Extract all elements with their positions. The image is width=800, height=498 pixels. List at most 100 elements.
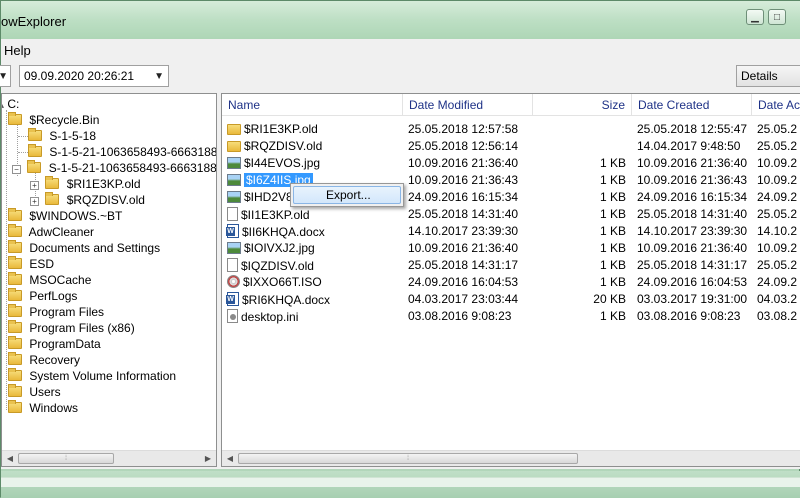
cell-created: 03.03.2017 19:31:00 xyxy=(637,292,748,306)
table-row[interactable]: $II1E3KP.old 25.05.2018 14:31:40 1 KB 25.05… xyxy=(222,206,800,223)
cell-accessed: 03.08.2 xyxy=(757,309,798,323)
folder-icon xyxy=(227,141,241,152)
table-row[interactable]: $IOIVXJ2.jpg 10.09.2016 21:36:40 1 KB 10.09… xyxy=(222,240,800,257)
tree-item-windows[interactable]: Windows xyxy=(8,400,78,416)
folder-icon xyxy=(8,208,22,221)
cell-modified: 25.05.2018 14:31:40 xyxy=(408,207,519,221)
toolbar: ▼ 09.09.2020 20:26:21 ▼ Details xyxy=(0,61,800,91)
tree-item-recycle-bin[interactable]: $Recycle.Bin xyxy=(8,112,99,128)
file-name: $IQZDISV.old xyxy=(241,259,314,273)
expand-icon[interactable]: + xyxy=(30,181,39,190)
tree-item-users[interactable]: Users xyxy=(8,384,61,400)
menu-help[interactable]: Help xyxy=(4,43,31,58)
table-row[interactable]: $IXXO66T.ISO 24.09.2016 16:04:53 1 KB 24.09… xyxy=(222,274,800,291)
tree-item-ri1e3kp[interactable]: + $RI1E3KP.old xyxy=(30,176,141,192)
expander-open-icon: ▴ xyxy=(2,97,4,111)
tree-item-sid-2[interactable]: − S-1-5-21-1063658493-666318872-7 xyxy=(12,160,216,176)
tree-item-msocache[interactable]: MSOCache xyxy=(8,272,91,288)
tree-item-label: Documents and Settings xyxy=(29,241,161,255)
tree-item-programdata[interactable]: ProgramData xyxy=(8,336,101,352)
tree-item-label: Program Files xyxy=(29,305,105,319)
table-row[interactable]: $RQZDISV.old 25.05.2018 12:56:14 14.04.201… xyxy=(222,138,800,155)
folder-icon xyxy=(28,128,42,141)
cell-name: $RI6KHQA.docx xyxy=(226,292,330,308)
chevron-down-icon: ▼ xyxy=(0,71,8,82)
collapse-icon[interactable]: − xyxy=(12,165,21,174)
cell-size: 1 KB xyxy=(599,207,626,221)
table-row[interactable]: $I44EVOS.jpg 10.09.2016 21:36:40 1 KB 10.09… xyxy=(222,155,800,172)
tree-horizontal-scrollbar[interactable]: ◀ ⦙ ▶ xyxy=(2,450,216,466)
scroll-left-icon[interactable]: ◀ xyxy=(2,451,18,466)
scroll-right-icon[interactable]: ▶ xyxy=(200,451,216,466)
content-panes: ▴ C: $Recycle.Bin S-1-5-18 S-1-5-21-1063… xyxy=(1,91,800,469)
title-bar[interactable]: owExplorer ▁ □ xyxy=(1,1,800,39)
tree-item-rqzdisv[interactable]: + $RQZDISV.old xyxy=(30,192,145,208)
file-name: $RQZDISV.old xyxy=(244,139,323,153)
cell-modified: 03.08.2016 9:08:23 xyxy=(408,309,512,323)
column-header-created[interactable]: Date Created xyxy=(632,94,752,116)
tree-item-program-files-x86[interactable]: Program Files (x86) xyxy=(8,320,135,336)
cell-accessed: 10.09.2 xyxy=(757,173,798,187)
tree-item-label: Program Files (x86) xyxy=(29,321,135,335)
date-combo[interactable]: 09.09.2020 20:26:21 ▼ xyxy=(19,65,169,87)
drive-combo[interactable]: ▼ xyxy=(0,65,11,87)
cell-accessed: 04.03.2 xyxy=(757,292,798,306)
table-row[interactable]: $RI1E3KP.old 25.05.2018 12:57:58 25.05.201… xyxy=(222,121,800,138)
cell-created: 10.09.2016 21:36:43 xyxy=(637,173,748,187)
maximize-icon: □ xyxy=(773,11,781,23)
view-combo[interactable]: Details xyxy=(736,65,800,87)
tree-item-adwcleaner[interactable]: AdwCleaner xyxy=(8,224,94,240)
folder-icon xyxy=(8,320,22,333)
cell-modified: 25.05.2018 14:31:17 xyxy=(408,258,519,272)
cell-name: $IXXO66T.ISO xyxy=(227,275,322,290)
cell-name: $I44EVOS.jpg xyxy=(227,156,320,171)
table-row[interactable]: $IQZDISV.old 25.05.2018 14:31:17 1 KB 25.05… xyxy=(222,257,800,274)
cell-size: 1 KB xyxy=(599,190,626,204)
column-header-name[interactable]: Name xyxy=(222,94,403,116)
folder-icon xyxy=(8,256,22,269)
cell-name: desktop.ini xyxy=(227,309,298,325)
list-horizontal-scrollbar[interactable]: ◀ ⦙ xyxy=(222,450,800,466)
folder-tree[interactable]: ▴ C: $Recycle.Bin S-1-5-18 S-1-5-21-1063… xyxy=(1,93,217,467)
table-row[interactable]: $RI6KHQA.docx 04.03.2017 23:03:44 20 KB 03.… xyxy=(222,291,800,308)
tree-item-label: ProgramData xyxy=(29,337,101,351)
tree-item-recovery[interactable]: Recovery xyxy=(8,352,80,368)
tree-item-esd[interactable]: ESD xyxy=(8,256,54,272)
scroll-left-icon[interactable]: ◀ xyxy=(222,451,238,466)
table-row[interactable]: $II6KHQA.docx 14.10.2017 23:39:30 1 KB 14.1… xyxy=(222,223,800,240)
context-menu-export[interactable]: Export... xyxy=(293,186,401,204)
minimize-button[interactable]: ▁ xyxy=(746,9,764,25)
file-name: $IHD2V8 xyxy=(244,190,293,204)
ini-file-icon xyxy=(227,309,238,323)
scroll-thumb[interactable]: ⦙ xyxy=(238,453,578,464)
file-name: $I44EVOS.jpg xyxy=(244,156,321,170)
expand-icon[interactable]: + xyxy=(30,197,39,206)
maximize-button[interactable]: □ xyxy=(768,9,786,25)
cell-size: 1 KB xyxy=(599,173,626,187)
file-name: $II6KHQA.docx xyxy=(242,225,325,239)
cell-modified: 25.05.2018 12:56:14 xyxy=(408,139,519,153)
tree-item-program-files[interactable]: Program Files xyxy=(8,304,104,320)
tree-item-windows-bt[interactable]: $WINDOWS.~BT xyxy=(8,208,122,224)
cell-created: 10.09.2016 21:36:40 xyxy=(637,241,748,255)
column-header-size[interactable]: Size xyxy=(533,94,632,116)
cell-size: 1 KB xyxy=(599,241,626,255)
column-header-modified[interactable]: Date Modified xyxy=(403,94,533,116)
main-window: owExplorer ▁ □ Help ▼ 09.09.2020 20:26:2… xyxy=(0,0,800,498)
tree-item-label: AdwCleaner xyxy=(28,225,95,239)
menu-bar: Help xyxy=(1,39,800,61)
scroll-thumb[interactable]: ⦙ xyxy=(18,453,114,464)
column-header-accessed[interactable]: Date Acc xyxy=(752,94,800,116)
tree-item-root[interactable]: ▴ C: xyxy=(2,96,19,112)
cell-created: 24.09.2016 16:04:53 xyxy=(637,275,748,289)
tree-item-system-volume-information[interactable]: System Volume Information xyxy=(8,368,176,384)
table-row[interactable]: desktop.ini 03.08.2016 9:08:23 1 KB 03.08.2… xyxy=(222,308,800,325)
date-value: 09.09.2020 20:26:21 xyxy=(24,69,135,83)
tree-item-s-1-5-18[interactable]: S-1-5-18 xyxy=(28,128,96,144)
file-list[interactable]: Name Date Modified Size Date Created Dat… xyxy=(221,93,800,467)
image-icon xyxy=(227,191,241,203)
tree-item-documents-and-settings[interactable]: Documents and Settings xyxy=(8,240,160,256)
tree-item-perflogs[interactable]: PerfLogs xyxy=(8,288,77,304)
tree-item-sid-1[interactable]: S-1-5-21-1063658493-666318872-7 xyxy=(28,144,216,160)
cell-name: $RQZDISV.old xyxy=(227,139,322,154)
